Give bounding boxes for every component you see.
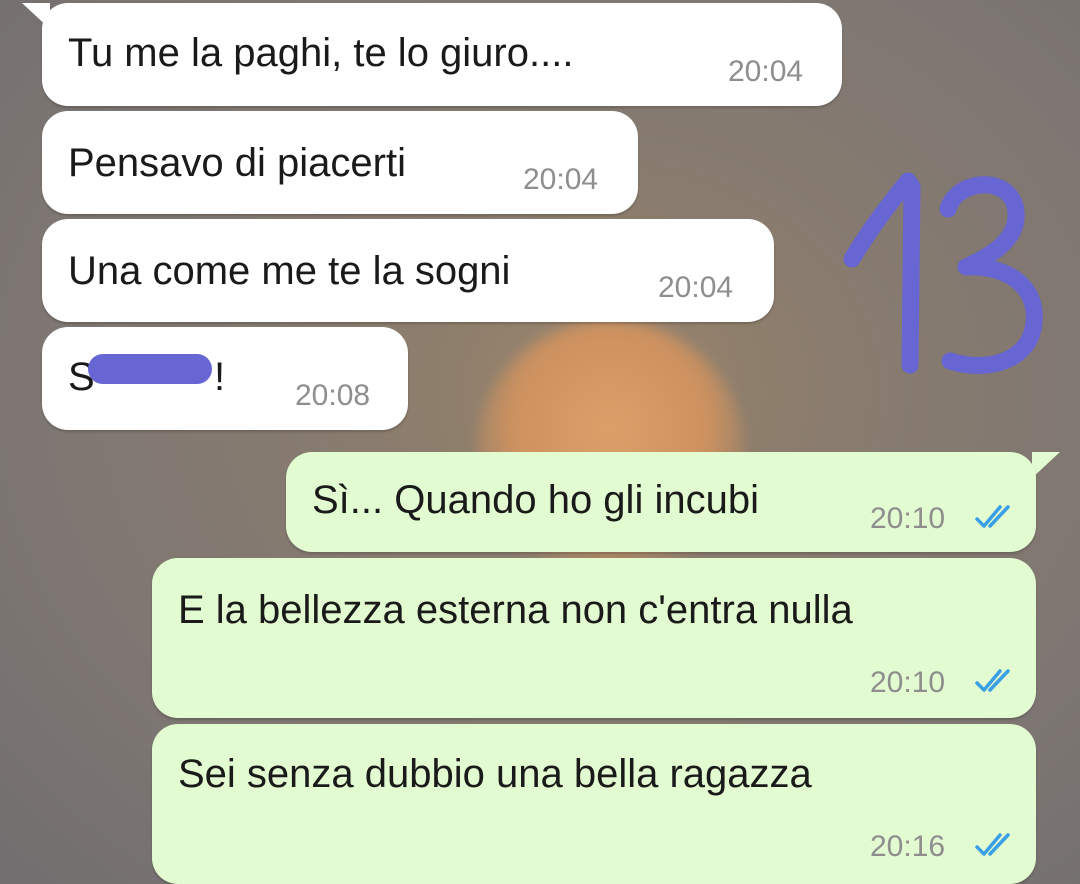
message-text-end: ! [214, 355, 226, 399]
double-check-icon [975, 505, 1010, 528]
message-text: Una come me te la sogni [68, 249, 511, 293]
message-outgoing-1[interactable]: Sì... Quando ho gli incubi 20:10 [286, 452, 1036, 552]
message-text: Sì... Quando ho gli incubi [312, 478, 759, 522]
message-timestamp: 20:10 [870, 666, 946, 699]
message-timestamp: 20:04 [523, 163, 599, 196]
message-timestamp: 20:04 [658, 271, 734, 304]
message-incoming-3[interactable]: Una come me te la sogni 20:04 [42, 219, 774, 322]
message-text: Sei senza dubbio una bella ragazza [178, 752, 812, 796]
message-timestamp: 20:10 [870, 502, 946, 535]
message-text: E la bellezza esterna non c'entra nulla [178, 588, 853, 632]
message-timestamp: 20:16 [870, 830, 946, 863]
message-text: Tu me la paghi, te lo giuro.... [68, 31, 574, 75]
redaction-scribble [88, 354, 212, 384]
double-check-icon [975, 833, 1010, 856]
message-incoming-1[interactable]: Tu me la paghi, te lo giuro.... 20:04 [42, 3, 842, 106]
message-text: Pensavo di piacerti [68, 141, 406, 185]
message-timestamp: 20:04 [728, 55, 804, 88]
message-incoming-2[interactable]: Pensavo di piacerti 20:04 [42, 111, 638, 214]
message-timestamp: 20:08 [295, 379, 371, 412]
message-outgoing-3[interactable]: Sei senza dubbio una bella ragazza 20:16 [152, 724, 1036, 884]
double-check-icon [975, 669, 1010, 692]
message-outgoing-2[interactable]: E la bellezza esterna non c'entra nulla … [152, 558, 1036, 718]
number-13-sticker [843, 172, 1043, 374]
bubble-tail-outgoing [1032, 452, 1060, 478]
